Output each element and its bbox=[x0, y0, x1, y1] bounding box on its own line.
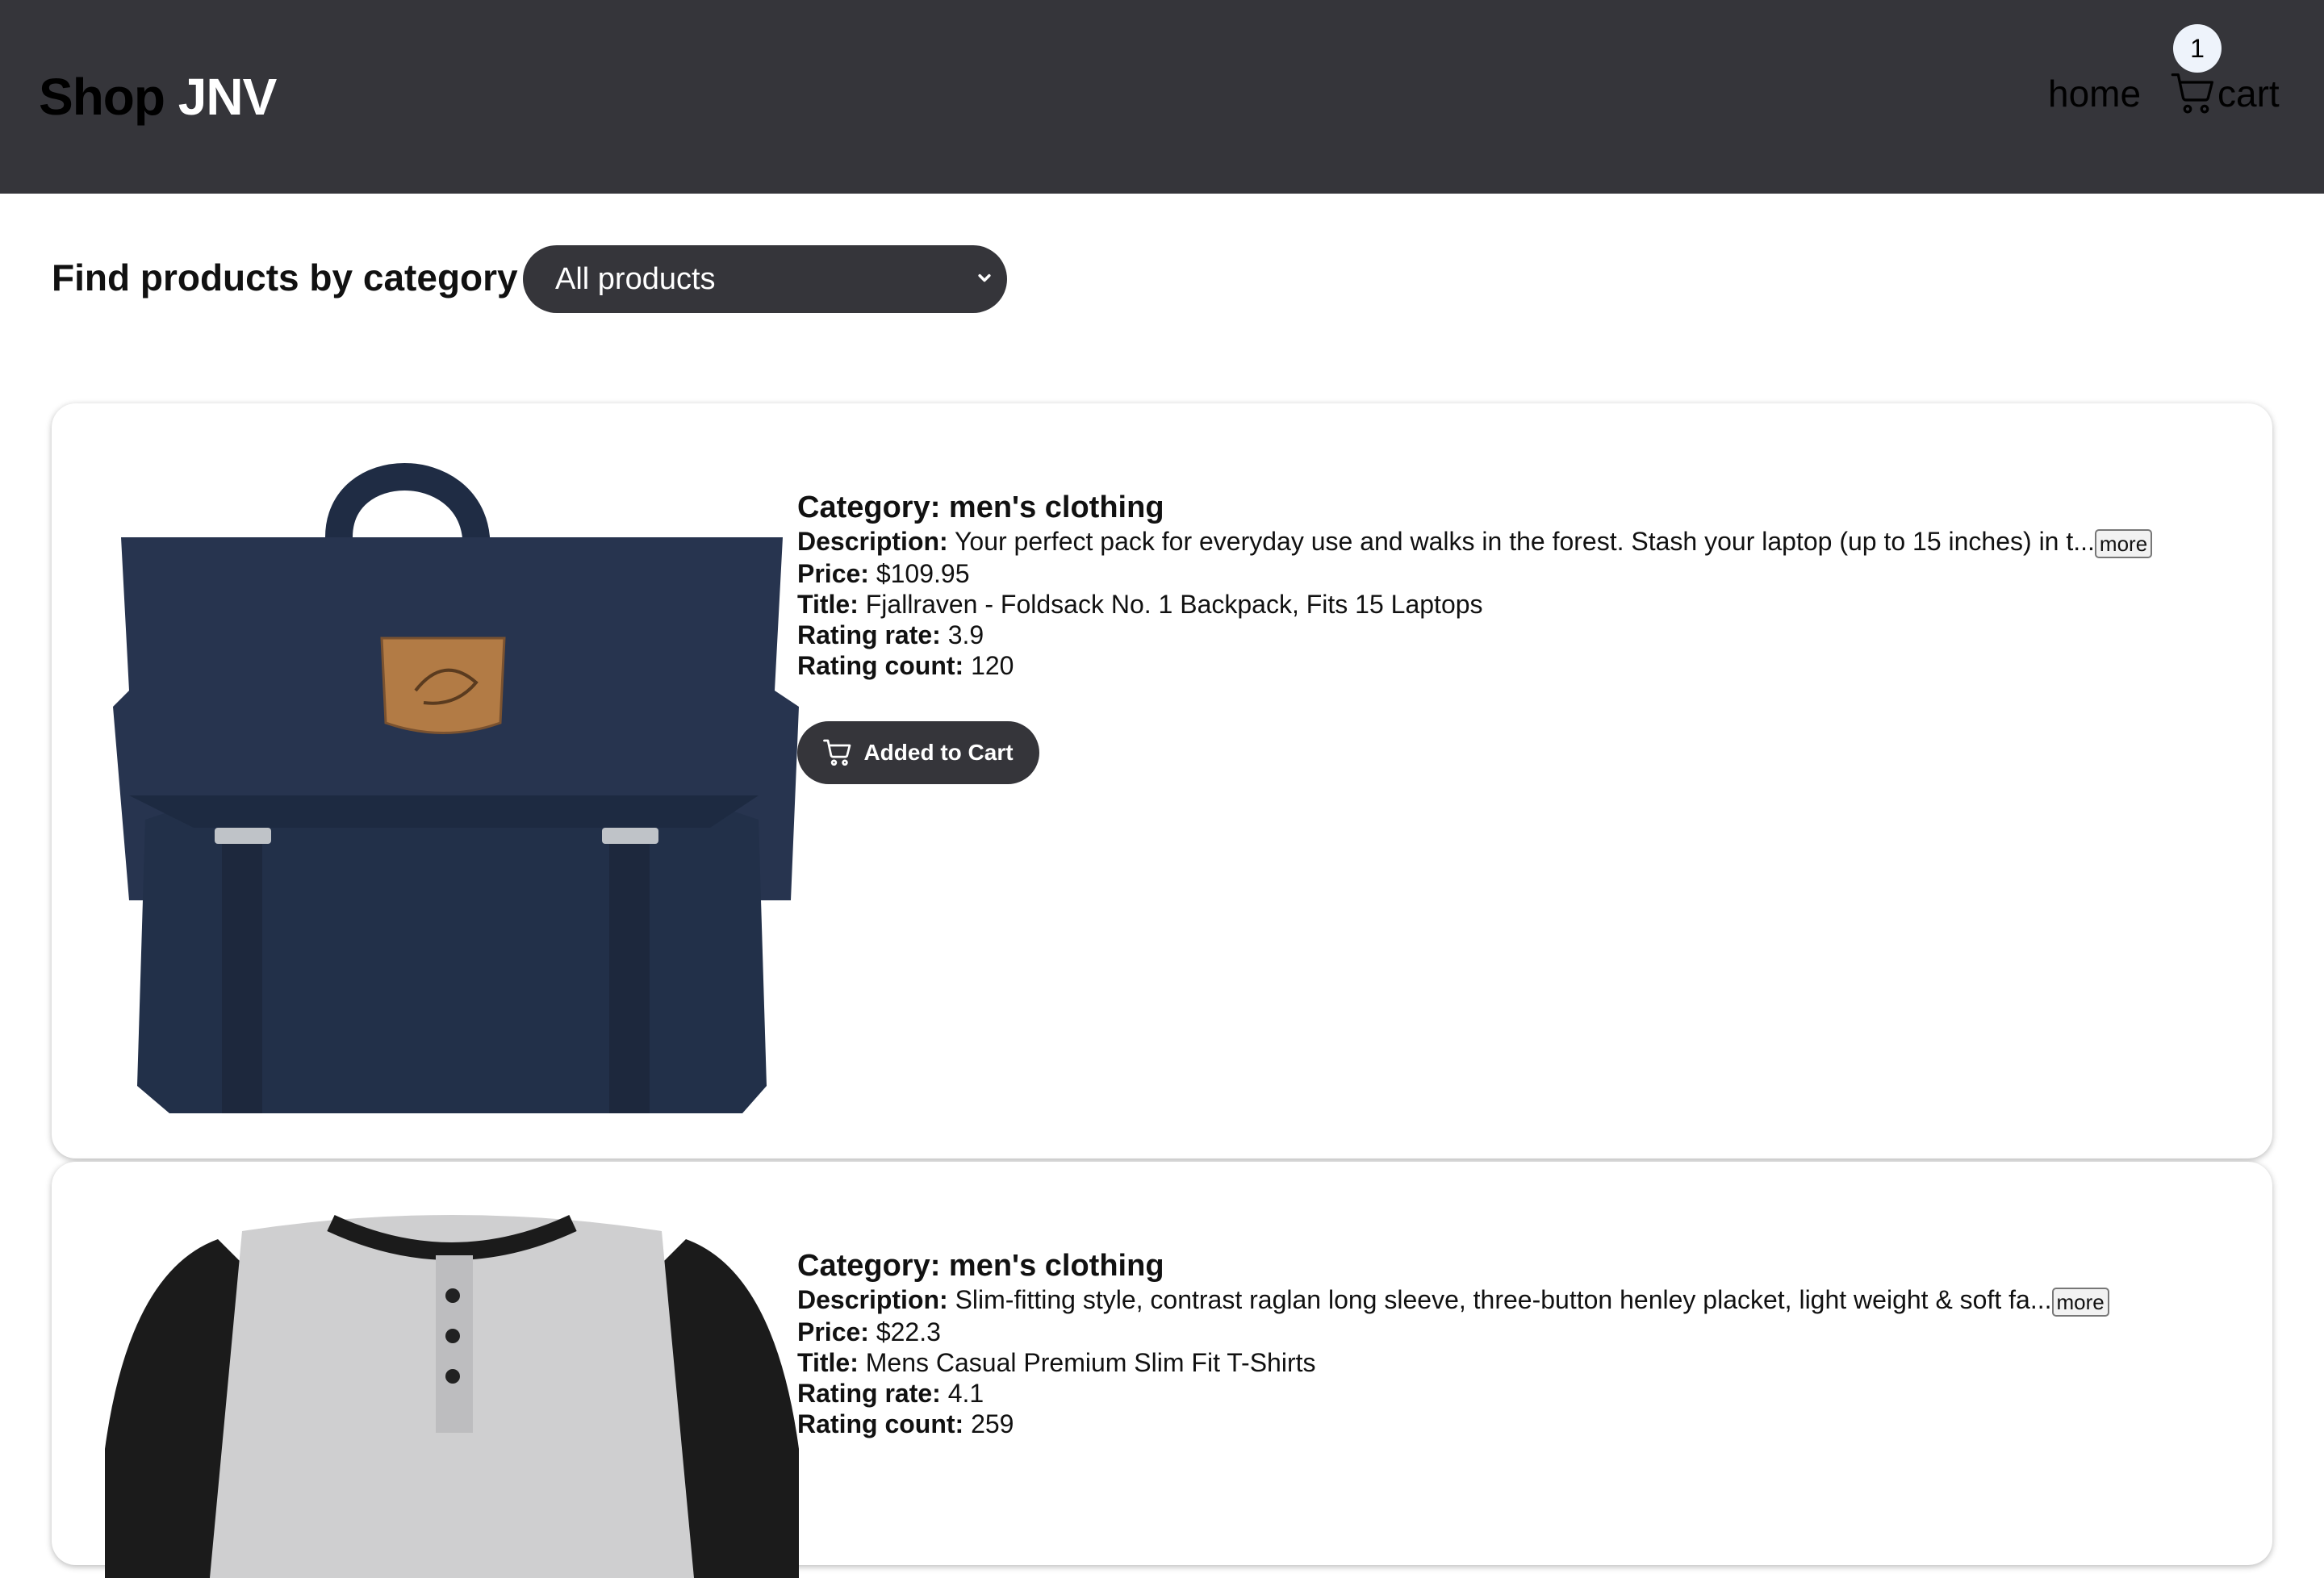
product-price: $109.95 bbox=[876, 558, 970, 588]
top-navbar: Shop JNV home cart 1 bbox=[0, 0, 2324, 194]
product-image-tshirt bbox=[105, 1215, 799, 1578]
nav-cart-link[interactable]: cart bbox=[2171, 68, 2280, 119]
category-select-value: All products bbox=[555, 261, 716, 296]
brand-name-light: JNV bbox=[178, 68, 277, 126]
description-label: Description: bbox=[797, 527, 948, 556]
product-category: Category: men's clothing bbox=[797, 491, 1164, 524]
title-label: Title: bbox=[797, 589, 859, 619]
chevron-down-icon bbox=[978, 273, 991, 282]
cart-count-badge: 1 bbox=[2173, 24, 2222, 73]
more-button[interactable]: more bbox=[2051, 1287, 2109, 1317]
rating-rate-label: Rating rate: bbox=[797, 620, 941, 649]
product-rating-rate: 4.1 bbox=[947, 1378, 984, 1408]
category-select[interactable]: All products bbox=[523, 245, 1007, 313]
rating-count-label: Rating count: bbox=[797, 650, 964, 680]
brand-logo[interactable]: Shop JNV bbox=[39, 65, 277, 129]
product-price-row: Price: $109.95 bbox=[797, 558, 2250, 589]
product-info: Category: men's clothing Description: Yo… bbox=[797, 489, 2250, 784]
product-price-row: Price: $22.3 bbox=[797, 1317, 2250, 1347]
product-card: Category: men's clothing Description: Yo… bbox=[52, 403, 2272, 1158]
title-label: Title: bbox=[797, 1347, 859, 1377]
product-title-row: Title: Mens Casual Premium Slim Fit T-Sh… bbox=[797, 1347, 2250, 1378]
product-rating-rate-row: Rating rate: 3.9 bbox=[797, 620, 2250, 650]
rating-rate-label: Rating rate: bbox=[797, 1378, 941, 1408]
added-to-cart-label: Added to Cart bbox=[863, 739, 1014, 765]
cart-icon bbox=[823, 739, 851, 766]
product-info: Category: men's clothing Description: Sl… bbox=[797, 1247, 2250, 1439]
description-label: Description: bbox=[797, 1285, 948, 1314]
product-description: Your perfect pack for everyday use and w… bbox=[955, 527, 2095, 556]
product-category: Category: men's clothing bbox=[797, 1249, 1164, 1283]
product-description-row: Description: Your perfect pack for every… bbox=[797, 526, 2250, 558]
product-rating-count-row: Rating count: 120 bbox=[797, 650, 2250, 681]
product-rating-count-row: Rating count: 259 bbox=[797, 1409, 2250, 1439]
product-title: Mens Casual Premium Slim Fit T-Shirts bbox=[865, 1347, 1316, 1377]
product-title-row: Title: Fjallraven - Foldsack No. 1 Backp… bbox=[797, 589, 2250, 620]
rating-count-label: Rating count: bbox=[797, 1409, 964, 1438]
product-rating-rate: 3.9 bbox=[947, 620, 984, 649]
product-rating-count: 120 bbox=[971, 650, 1014, 680]
product-rating-rate-row: Rating rate: 4.1 bbox=[797, 1378, 2250, 1409]
product-description: Slim-fitting style, contrast raglan long… bbox=[955, 1285, 2052, 1314]
price-label: Price: bbox=[797, 558, 869, 588]
cart-icon bbox=[2171, 73, 2213, 114]
product-rating-count: 259 bbox=[971, 1409, 1014, 1438]
product-description-row: Description: Slim-fitting style, contras… bbox=[797, 1284, 2250, 1317]
product-title: Fjallraven - Foldsack No. 1 Backpack, Fi… bbox=[865, 589, 1483, 619]
nav-home-link[interactable]: home bbox=[2048, 69, 2141, 118]
more-button[interactable]: more bbox=[2094, 528, 2153, 558]
price-label: Price: bbox=[797, 1317, 869, 1346]
added-to-cart-button[interactable]: Added to Cart bbox=[797, 720, 1039, 784]
product-price: $22.3 bbox=[876, 1317, 941, 1346]
product-card: Category: men's clothing Description: Sl… bbox=[52, 1162, 2272, 1578]
product-image-backpack bbox=[113, 463, 799, 1113]
nav-cart-label: cart bbox=[2217, 73, 2280, 115]
category-filter-label: Find products by category bbox=[52, 257, 518, 298]
brand-name-dark: Shop bbox=[39, 68, 165, 126]
